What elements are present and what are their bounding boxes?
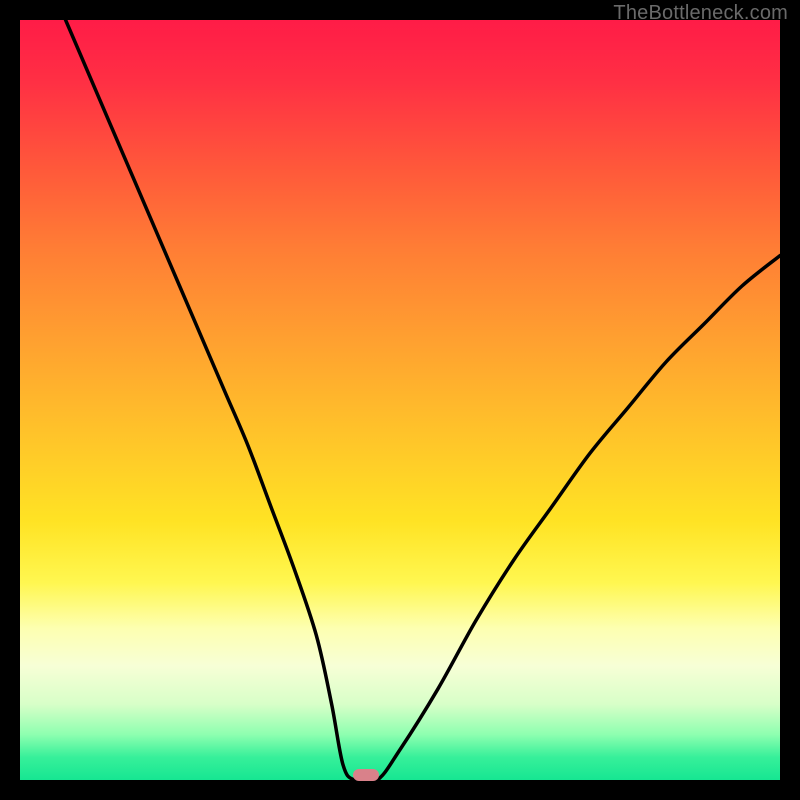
bottleneck-curve	[20, 20, 780, 780]
optimum-marker	[353, 769, 379, 781]
chart-frame: TheBottleneck.com	[0, 0, 800, 800]
plot-area	[20, 20, 780, 780]
